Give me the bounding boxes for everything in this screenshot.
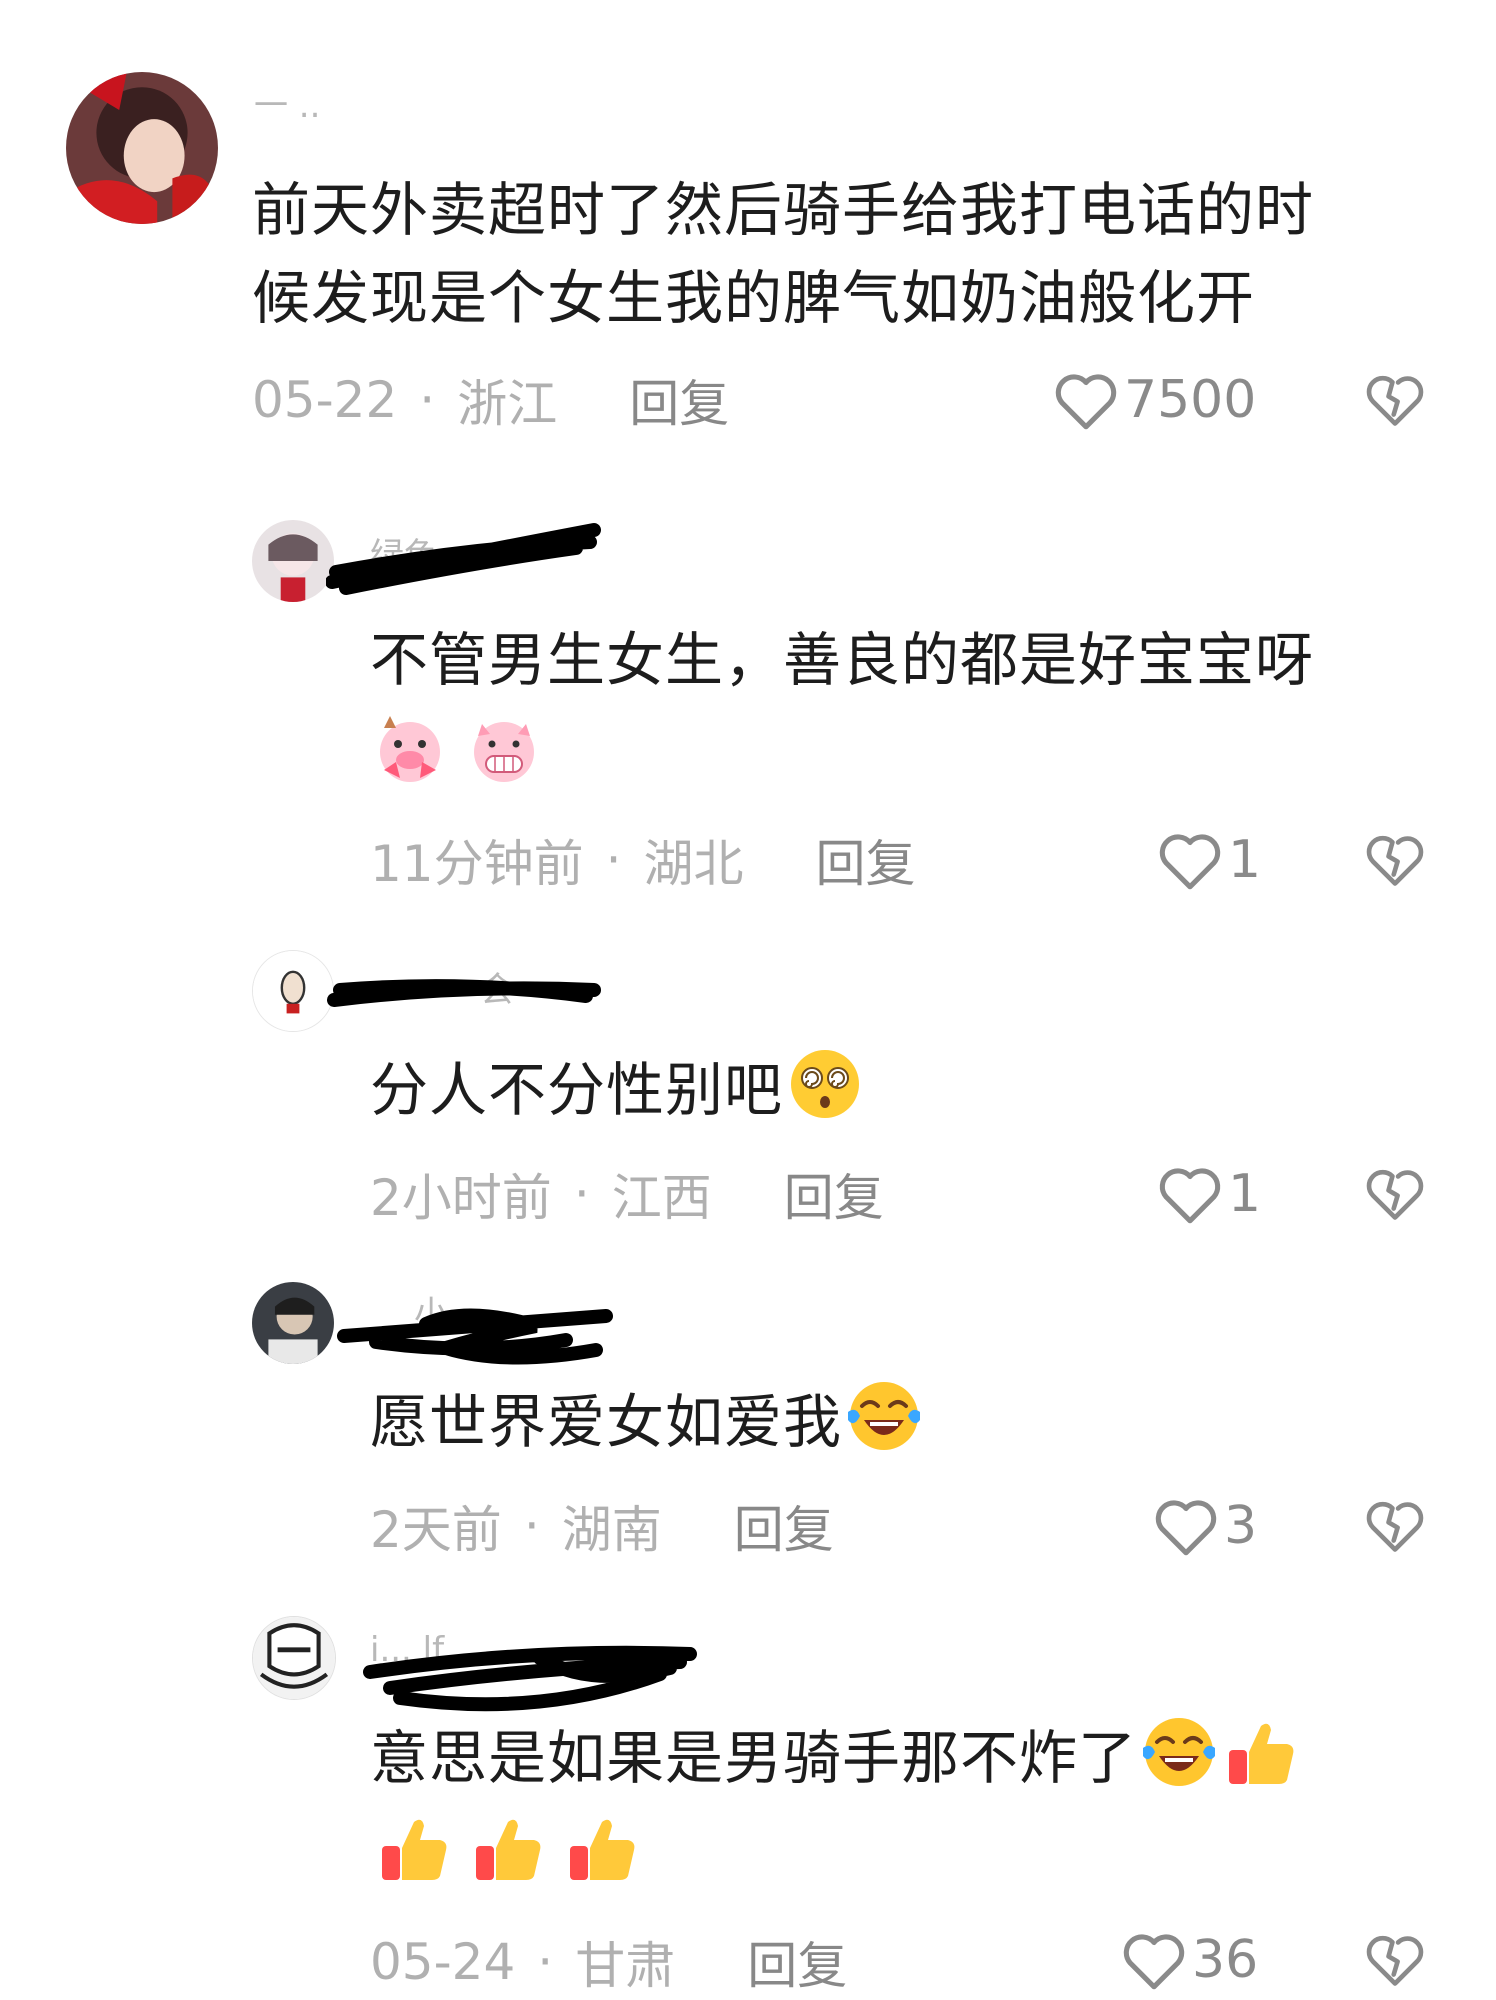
comment-date: 11分钟前 (370, 835, 584, 893)
redaction-scribble (363, 1645, 697, 1712)
redaction-scribble (327, 979, 601, 1007)
pig-grin-emoji (464, 710, 544, 790)
reply-button[interactable]: 回复 (747, 1926, 847, 1998)
broken-heart-icon (1366, 1169, 1424, 1220)
dislike-button[interactable] (1364, 828, 1426, 890)
thumbs-up-emoji (374, 1808, 454, 1888)
laughing-crying-emoji (844, 1376, 924, 1456)
like-button[interactable]: 7500 (1052, 370, 1256, 430)
like-button[interactable]: 3 (1152, 1496, 1257, 1556)
comment-text-body: 愿世界爱女如爱我 (370, 1388, 843, 1456)
avatar[interactable] (252, 1616, 336, 1700)
redaction-scribble (326, 523, 601, 595)
separator-dot: · (537, 1933, 554, 1991)
dislike-button[interactable] (1364, 1928, 1426, 1990)
comment-date: 2小时前 (370, 1169, 552, 1227)
comment-meta: 05-24 · 甘肃 回复 (370, 1932, 847, 1995)
like-button[interactable]: 1 (1156, 830, 1261, 890)
broken-heart-icon (1366, 375, 1424, 426)
comment-meta: 05-22 · 浙江 回复 (252, 370, 729, 433)
comment-location: 浙江 (457, 375, 558, 433)
like-count: 1 (1228, 830, 1262, 890)
heart-icon (1123, 1934, 1185, 1990)
comment-text: 意思是如果是男骑手那不炸了 (370, 1712, 1470, 1802)
comment-text: 不管男生女生，善良的都是好宝宝呀 (370, 626, 1315, 694)
comment-text: 愿世界爱女如爱我 (370, 1376, 1450, 1466)
heart-icon (1155, 1500, 1217, 1556)
dizzy-face-emoji (785, 1044, 865, 1124)
reply-button[interactable]: 回复 (734, 1490, 834, 1562)
comment-date: 2天前 (370, 1501, 502, 1559)
separator-dot: · (605, 831, 622, 889)
dislike-button[interactable] (1364, 1162, 1426, 1224)
dislike-button[interactable] (1364, 1494, 1426, 1556)
like-count: 36 (1192, 1930, 1259, 1990)
avatar[interactable] (252, 520, 334, 602)
comment-text-line: 前天外卖超时了然后骑手给我打电话的时 (252, 176, 1315, 244)
laughing-crying-emoji (1139, 1712, 1219, 1792)
emoji-row (374, 1808, 642, 1888)
comment-meta: 2天前 · 湖南 回复 (370, 1496, 834, 1559)
thumbs-up-emoji (1221, 1712, 1301, 1792)
heart-icon (1159, 834, 1221, 890)
like-count: 3 (1224, 1496, 1258, 1556)
separator-dot: · (523, 1497, 540, 1555)
comment-text: 前天外卖超时了然后骑手给我打电话的时 候发现是个女生我的脾气如奶油般化开 (252, 166, 1432, 342)
broken-heart-icon (1366, 1501, 1424, 1552)
broken-heart-icon (1366, 835, 1424, 886)
dislike-button[interactable] (1364, 368, 1426, 430)
comment-text-body: 意思是如果是男骑手那不炸了 (370, 1724, 1138, 1792)
like-count: 1 (1228, 1164, 1262, 1224)
comment-date: 05-24 (370, 1933, 516, 1991)
heart-icon (1055, 374, 1117, 430)
like-count: 7500 (1124, 370, 1257, 430)
comment-location: 湖南 (561, 1501, 662, 1559)
reply-button[interactable]: 回复 (629, 364, 729, 436)
broken-heart-icon (1366, 1935, 1424, 1986)
username[interactable]: 一 .. (254, 86, 320, 126)
comment-text-body: 分人不分性别吧 (370, 1056, 784, 1124)
thumbs-up-emoji (468, 1808, 548, 1888)
comment-location: 甘肃 (575, 1937, 676, 1995)
avatar[interactable] (66, 72, 218, 224)
comment-meta: 11分钟前 · 湖北 回复 (370, 830, 916, 893)
avatar[interactable] (252, 1282, 334, 1364)
reply-button[interactable]: 回复 (784, 1158, 884, 1230)
redaction-scribble (337, 1308, 613, 1365)
pig-heart-emoji (370, 710, 450, 790)
heart-icon (1159, 1168, 1221, 1224)
comment-date: 05-22 (252, 371, 398, 429)
comment-meta: 2小时前 · 江西 回复 (370, 1164, 884, 1227)
like-button[interactable]: 36 (1120, 1930, 1258, 1990)
like-button[interactable]: 1 (1156, 1164, 1261, 1224)
avatar[interactable] (252, 950, 334, 1032)
comment-location: 江西 (611, 1169, 712, 1227)
comment-text: 分人不分性别吧 (370, 1044, 1450, 1134)
comment-location: 湖北 (643, 835, 744, 893)
thumbs-up-emoji (562, 1808, 642, 1888)
separator-dot: · (573, 1165, 590, 1223)
reply-button[interactable]: 回复 (816, 824, 916, 896)
separator-dot: · (419, 371, 436, 429)
emoji-row (370, 710, 544, 790)
comment-text-line: 候发现是个女生我的脾气如奶油般化开 (252, 264, 1256, 332)
